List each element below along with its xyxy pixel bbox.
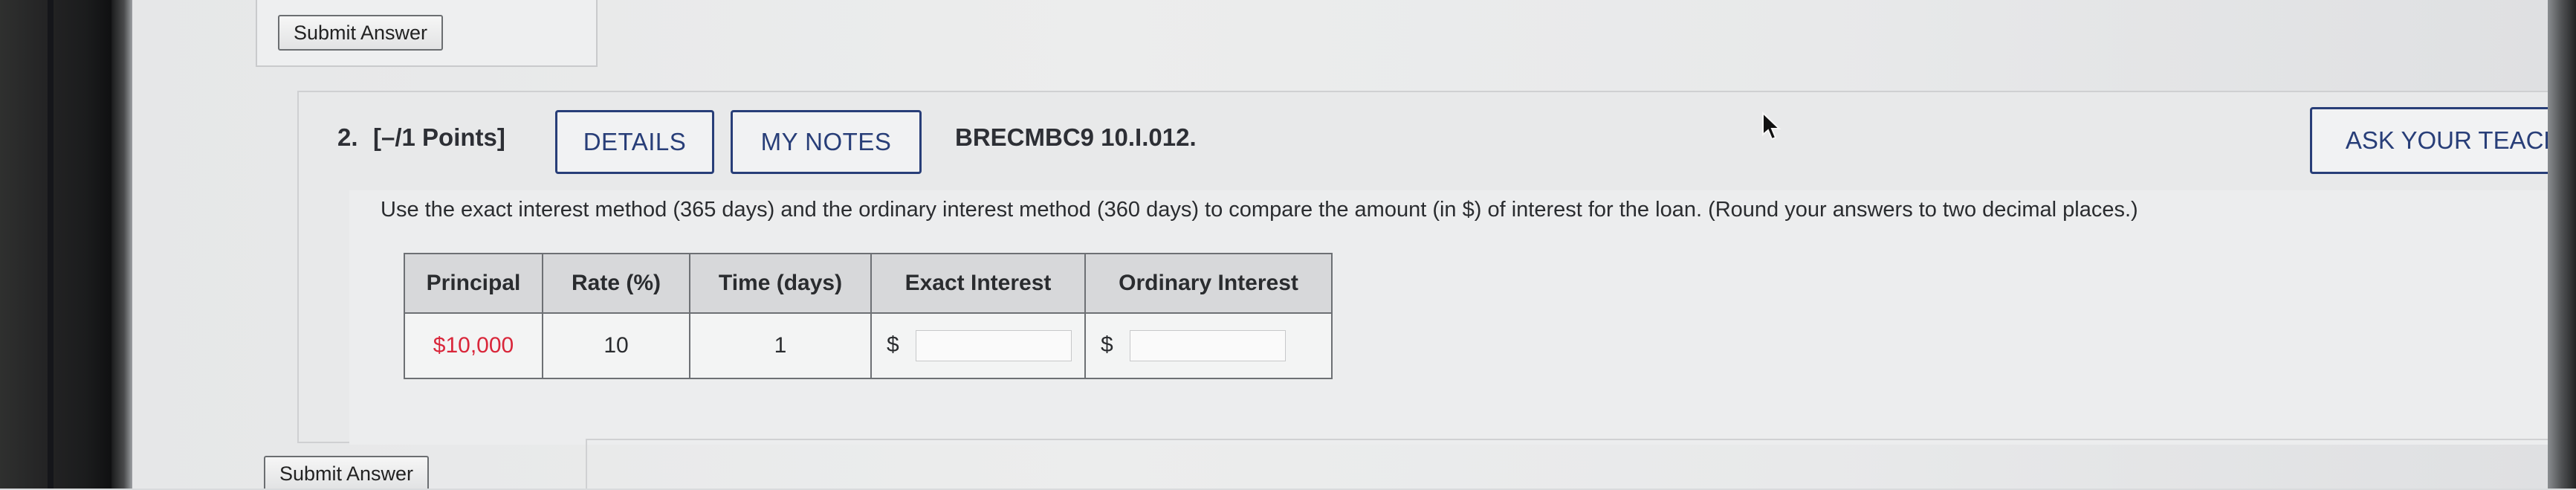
exact-interest-cell: $	[870, 312, 1086, 379]
table-row: $10,000 10 1 $ $	[404, 312, 1333, 379]
ordinary-interest-input[interactable]	[1130, 330, 1287, 361]
monitor-bezel-left	[0, 0, 119, 489]
ask-your-teacher-button[interactable]: ASK YOUR TEACHER	[2310, 107, 2576, 174]
question-number: 2.	[337, 123, 358, 151]
time-cell: 1	[689, 312, 872, 379]
exact-interest-currency: $	[887, 332, 899, 357]
ordinary-interest-cell: $	[1084, 312, 1333, 379]
column-header-exact-interest: Exact Interest	[870, 253, 1086, 314]
submit-answer-button-top[interactable]: Submit Answer	[278, 15, 443, 51]
interest-table: Principal Rate (%) Time (days) Exact Int…	[404, 253, 1333, 379]
exact-interest-input[interactable]	[916, 330, 1072, 361]
ordinary-interest-currency: $	[1101, 332, 1113, 357]
column-header-rate: Rate (%)	[542, 253, 690, 314]
next-question-panel	[586, 439, 2576, 489]
question-code: BRECMBC9 10.I.012.	[955, 123, 1197, 151]
column-header-principal: Principal	[404, 253, 543, 314]
monitor-bezel-right	[2548, 0, 2576, 489]
mouse-pointer-icon	[1762, 112, 1781, 141]
question-header: 2. [–/1 Points] DETAILS MY NOTES BRECMBC…	[299, 92, 2576, 189]
monitor-edge-strip	[48, 0, 54, 489]
question-points: [–/1 Points]	[373, 123, 505, 151]
details-button[interactable]: DETAILS	[555, 110, 714, 174]
question-card: 2. [–/1 Points] DETAILS MY NOTES BRECMBC…	[297, 91, 2576, 445]
question-prompt: Use the exact interest method (365 days)…	[381, 198, 2138, 222]
principal-cell: $10,000	[404, 312, 543, 379]
rate-cell: 10	[542, 312, 690, 379]
table-header-row: Principal Rate (%) Time (days) Exact Int…	[404, 253, 1333, 314]
column-header-time: Time (days)	[689, 253, 872, 314]
my-notes-button[interactable]: MY NOTES	[731, 110, 922, 174]
screen: Submit Answer 2. [–/1 Points] DETAILS MY…	[132, 0, 2576, 489]
monitor-bezel-edge	[111, 0, 132, 489]
column-header-ordinary-interest: Ordinary Interest	[1084, 253, 1333, 314]
submit-answer-button-bottom[interactable]: Submit Answer	[264, 456, 429, 489]
